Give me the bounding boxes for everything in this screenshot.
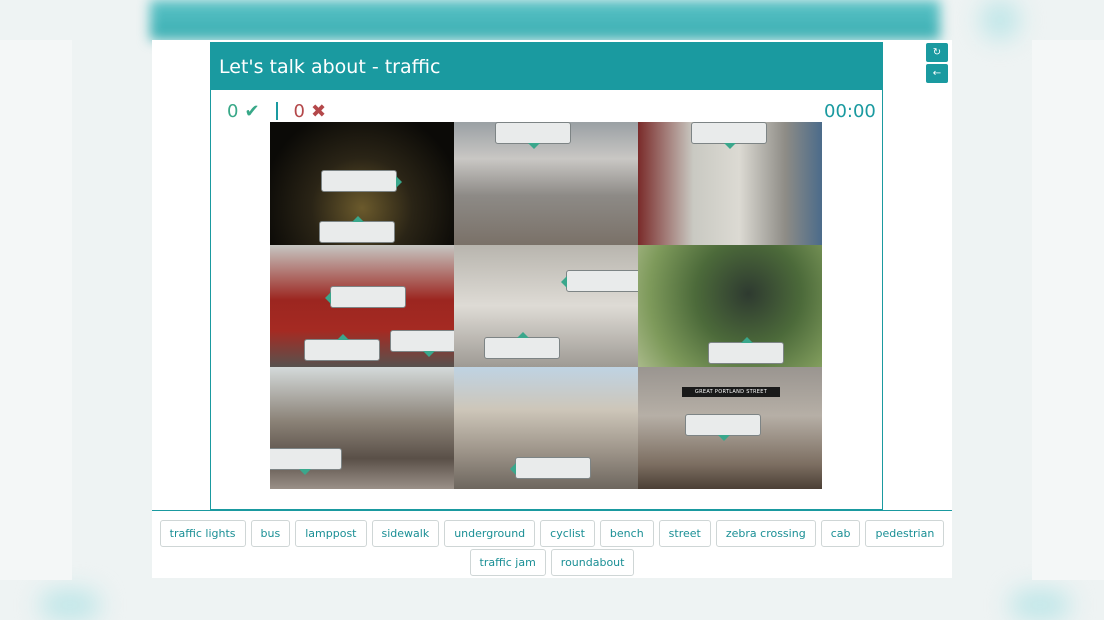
word-pedestrian[interactable]: pedestrian bbox=[865, 520, 945, 547]
station-sign: GREAT PORTLAND STREET bbox=[682, 387, 780, 397]
photo-underground bbox=[638, 122, 822, 245]
drop-zone[interactable] bbox=[321, 170, 402, 192]
word-zebra-crossing[interactable]: zebra crossing bbox=[715, 520, 816, 547]
drop-zone[interactable] bbox=[484, 332, 560, 359]
drop-zone[interactable] bbox=[685, 414, 761, 441]
check-icon: ✔ bbox=[244, 100, 260, 122]
photo-sidewalk bbox=[270, 367, 454, 489]
photo-buses bbox=[270, 245, 454, 367]
score-divider bbox=[275, 102, 278, 120]
side-buttons: ↻ ← bbox=[926, 43, 948, 85]
word-cab[interactable]: cab bbox=[820, 520, 861, 547]
word-cyclist[interactable]: cyclist bbox=[540, 520, 595, 547]
wrong-count: 0 bbox=[293, 100, 305, 122]
photo-grid: GREAT PORTLAND STREET bbox=[270, 122, 822, 489]
word-underground[interactable]: underground bbox=[444, 520, 536, 547]
timer: 00:00 bbox=[824, 101, 876, 122]
score: 0 ✔ 0 ✖ bbox=[227, 100, 326, 122]
blurred-shape bbox=[1010, 590, 1070, 620]
drop-zone[interactable] bbox=[708, 337, 784, 364]
blurred-left-margin bbox=[0, 40, 72, 580]
refresh-icon[interactable]: ↻ bbox=[926, 43, 948, 62]
word-traffic-lights[interactable]: traffic lights bbox=[159, 520, 246, 547]
exit-icon[interactable]: ← bbox=[926, 64, 948, 83]
photo-roundabout bbox=[270, 122, 454, 245]
word-lamppost[interactable]: lamppost bbox=[295, 520, 367, 547]
photo-traffic-lights bbox=[638, 245, 822, 367]
drop-zone[interactable] bbox=[691, 122, 767, 149]
drop-zone[interactable] bbox=[325, 286, 406, 308]
drop-zone[interactable] bbox=[304, 334, 380, 361]
word-bench[interactable]: bench bbox=[599, 520, 654, 547]
word-sidewalk[interactable]: sidewalk bbox=[371, 520, 440, 547]
photo-traffic-jam bbox=[454, 122, 638, 245]
correct-count: 0 bbox=[227, 100, 239, 122]
word-bus[interactable]: bus bbox=[250, 520, 291, 547]
drop-zone[interactable] bbox=[561, 270, 638, 292]
photo-street bbox=[454, 367, 638, 489]
word-traffic-jam[interactable]: traffic jam bbox=[469, 549, 546, 576]
word-bank: traffic lights bus lamppost sidewalk und… bbox=[152, 510, 952, 578]
activity-title: Let's talk about - traffic bbox=[211, 42, 882, 90]
photo-bench: GREAT PORTLAND STREET bbox=[638, 367, 822, 489]
blurred-header bbox=[150, 0, 940, 40]
photo-zebra-crossing bbox=[454, 245, 638, 367]
drop-zone[interactable] bbox=[270, 448, 342, 475]
drop-zone[interactable] bbox=[319, 216, 395, 243]
blurred-right-margin bbox=[1032, 40, 1104, 580]
blurred-shape bbox=[40, 590, 100, 620]
drop-zone[interactable] bbox=[390, 330, 454, 357]
x-icon: ✖ bbox=[311, 100, 327, 122]
blurred-shape bbox=[980, 0, 1020, 40]
drop-zone[interactable] bbox=[510, 457, 591, 479]
word-roundabout[interactable]: roundabout bbox=[550, 549, 635, 576]
word-street[interactable]: street bbox=[658, 520, 711, 547]
drop-zone[interactable] bbox=[495, 122, 571, 149]
